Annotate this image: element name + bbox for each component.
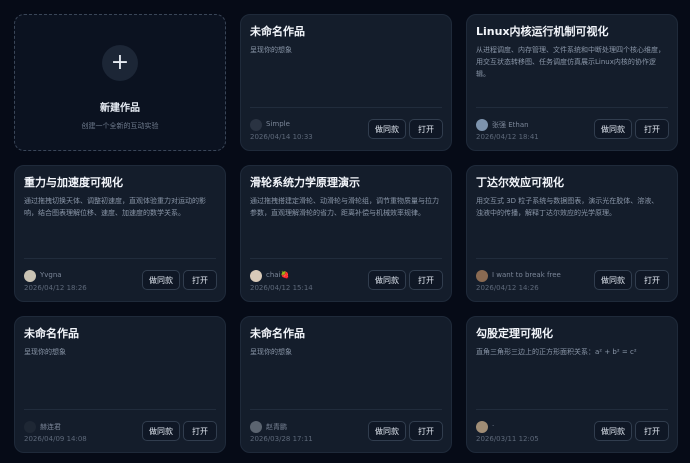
same-style-button[interactable]: 做同款 <box>368 421 406 441</box>
same-style-button[interactable]: 做同款 <box>142 270 180 290</box>
card-divider <box>476 409 668 410</box>
author-name: Simple <box>266 120 290 128</box>
same-style-button[interactable]: 做同款 <box>594 421 632 441</box>
same-style-button[interactable]: 做同款 <box>142 421 180 441</box>
work-title: 重力与加速度可视化 <box>24 176 123 189</box>
works-grid: + 新建作品 创建一个全新的互动实验 未命名作品 呈现你的想象 Simple 2… <box>0 0 690 463</box>
work-description: 通过拖拽切换天体、调整初速度，直观体验重力对运动的影响，结合图表理解位移、速度、… <box>24 197 206 217</box>
work-description: 通过拖拽搭建定滑轮、动滑轮与滑轮组，调节重物质量与拉力参数，直观理解滑轮的省力、… <box>250 197 439 217</box>
new-work-subtitle: 创建一个全新的互动实验 <box>81 122 159 130</box>
work-date: 2026/04/12 15:14 <box>250 284 313 292</box>
work-card[interactable]: 勾股定理可视化 直角三角形三边上的正方形面积关系：a² + b² = c² · … <box>466 316 678 453</box>
work-date: 2026/04/12 14:26 <box>476 284 539 292</box>
work-description: 呈现你的想象 <box>250 348 292 356</box>
work-date: 2026/04/14 10:33 <box>250 133 313 141</box>
work-date: 2026/04/09 14:08 <box>24 435 87 443</box>
work-date: 2026/03/11 12:05 <box>476 435 539 443</box>
work-card[interactable]: 滑轮系统力学原理演示 通过拖拽搭建定滑轮、动滑轮与滑轮组，调节重物质量与拉力参数… <box>240 165 452 302</box>
work-card[interactable]: Linux内核运行机制可视化 从进程调度、内存管理、文件系统和中断处理四个核心维… <box>466 14 678 151</box>
new-work-content: + 新建作品 创建一个全新的互动实验 <box>15 45 225 131</box>
new-work-card[interactable]: + 新建作品 创建一个全新的互动实验 <box>14 14 226 151</box>
work-title: 未命名作品 <box>24 327 79 340</box>
work-title: 未命名作品 <box>250 327 305 340</box>
work-title: 未命名作品 <box>250 25 305 38</box>
work-date: 2026/03/28 17:11 <box>250 435 313 443</box>
open-button[interactable]: 打开 <box>635 270 669 290</box>
work-description: 呈现你的想象 <box>250 46 292 54</box>
author-name: · <box>492 422 495 430</box>
work-card[interactable]: 未命名作品 呈现你的想象 赵青鹏 2026/03/28 17:11 做同款 打开 <box>240 316 452 453</box>
open-button[interactable]: 打开 <box>183 421 217 441</box>
work-title: 滑轮系统力学原理演示 <box>250 176 360 189</box>
author-avatar <box>250 270 262 282</box>
author-name: Yvgna <box>40 271 62 279</box>
author-avatar <box>250 119 262 131</box>
author-name: chai🍓 <box>266 271 290 279</box>
work-description: 呈现你的想象 <box>24 348 66 356</box>
author-avatar <box>476 119 488 131</box>
author-avatar <box>476 270 488 282</box>
plus-icon[interactable]: + <box>102 45 138 81</box>
card-divider <box>250 409 442 410</box>
same-style-button[interactable]: 做同款 <box>594 270 632 290</box>
work-title: 丁达尔效应可视化 <box>476 176 564 189</box>
work-card[interactable]: 丁达尔效应可视化 用交互式 3D 粒子系统与数据图表，演示光在胶体、溶液、浊液中… <box>466 165 678 302</box>
author-avatar <box>24 421 36 433</box>
author-name: I want to break free <box>492 271 561 279</box>
work-card[interactable]: 未命名作品 呈现你的想象 Simple 2026/04/14 10:33 做同款… <box>240 14 452 151</box>
open-button[interactable]: 打开 <box>635 421 669 441</box>
work-card[interactable]: 重力与加速度可视化 通过拖拽切换天体、调整初速度，直观体验重力对运动的影响，结合… <box>14 165 226 302</box>
work-date: 2026/04/12 18:26 <box>24 284 87 292</box>
open-button[interactable]: 打开 <box>409 270 443 290</box>
same-style-button[interactable]: 做同款 <box>368 119 406 139</box>
work-title: 勾股定理可视化 <box>476 327 553 340</box>
card-divider <box>250 258 442 259</box>
work-title: Linux内核运行机制可视化 <box>476 25 609 38</box>
open-button[interactable]: 打开 <box>409 421 443 441</box>
card-divider <box>250 107 442 108</box>
card-divider <box>476 258 668 259</box>
author-avatar <box>250 421 262 433</box>
author-name: 张强 Ethan <box>492 121 529 129</box>
author-avatar <box>24 270 36 282</box>
author-avatar <box>476 421 488 433</box>
card-divider <box>476 107 668 108</box>
same-style-button[interactable]: 做同款 <box>594 119 632 139</box>
work-description: 直角三角形三边上的正方形面积关系：a² + b² = c² <box>476 348 637 356</box>
work-card[interactable]: 未命名作品 呈现你的想象 赫连君 2026/04/09 14:08 做同款 打开 <box>14 316 226 453</box>
new-work-title: 新建作品 <box>100 103 140 114</box>
open-button[interactable]: 打开 <box>183 270 217 290</box>
work-date: 2026/04/12 18:41 <box>476 133 539 141</box>
author-name: 赫连君 <box>40 423 61 431</box>
card-divider <box>24 409 216 410</box>
same-style-button[interactable]: 做同款 <box>368 270 406 290</box>
open-button[interactable]: 打开 <box>409 119 443 139</box>
open-button[interactable]: 打开 <box>635 119 669 139</box>
work-description: 从进程调度、内存管理、文件系统和中断处理四个核心维度，用交互状态转移图、任务调度… <box>476 46 665 78</box>
card-divider <box>24 258 216 259</box>
author-name: 赵青鹏 <box>266 423 287 431</box>
work-description: 用交互式 3D 粒子系统与数据图表，演示光在胶体、溶液、浊液中的传播，解释丁达尔… <box>476 197 659 217</box>
